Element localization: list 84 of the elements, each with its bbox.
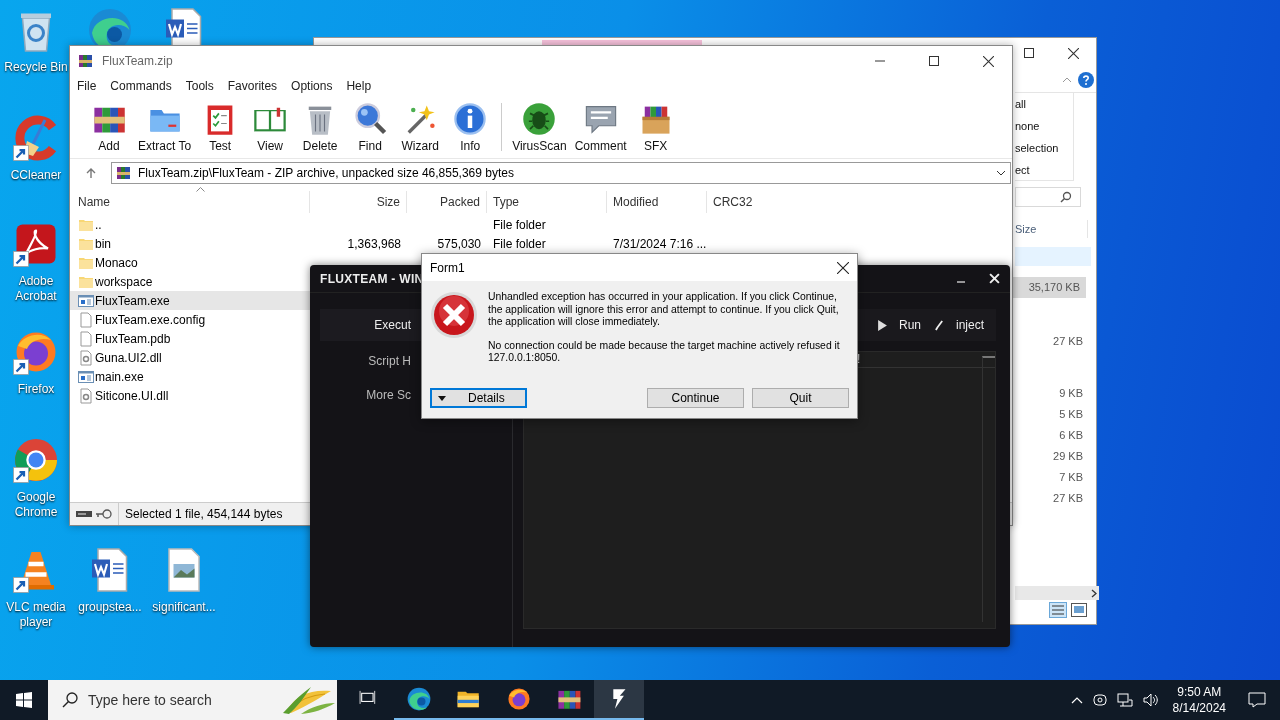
file-size: 7 KB xyxy=(1058,470,1084,485)
file-name: Monaco xyxy=(95,255,138,270)
list-row[interactable]: FluxTeam.pdb xyxy=(70,329,310,348)
file-size: 9 KB xyxy=(1058,386,1084,401)
toolbar-button[interactable]: View xyxy=(245,97,296,157)
icon-label: Google Chrome xyxy=(13,490,59,520)
toolbar-button[interactable]: Wizard xyxy=(395,97,446,157)
menu-item[interactable]: Favorites xyxy=(227,79,278,93)
ribbon-command[interactable]: ect xyxy=(1015,158,1073,181)
file-name: .. xyxy=(95,217,102,232)
list-row[interactable]: FluxTeam.exe.config xyxy=(70,310,310,329)
toolbar-button[interactable]: Add xyxy=(84,97,134,157)
table-cell-text: 575,030 xyxy=(436,236,482,251)
table-cell-text: 7/31/2024 7:16 ... xyxy=(612,236,707,251)
icon-label: CCleaner xyxy=(9,168,63,183)
menu-item[interactable]: File xyxy=(77,79,97,93)
icon-label: VLC media player xyxy=(5,600,67,630)
file-size: 6 KB xyxy=(1058,428,1084,443)
tab-label[interactable]: ! xyxy=(857,352,861,367)
file-name: FluxTeam.exe xyxy=(95,293,170,308)
file-name: workspace xyxy=(95,274,153,289)
icon-label: Adobe Acrobat xyxy=(14,274,58,304)
column-header[interactable]: Modified xyxy=(607,191,707,213)
file-size: 27 KB xyxy=(1052,491,1084,506)
toolbar-button[interactable]: inject xyxy=(933,318,986,332)
column-header[interactable]: Size xyxy=(1015,220,1088,238)
list-row[interactable]: Guna.UI2.dll xyxy=(70,348,310,367)
ribbon-command[interactable]: selection xyxy=(1015,136,1073,159)
icon-label: groupstea... xyxy=(77,600,143,615)
ribbon-command[interactable]: none xyxy=(1015,114,1073,137)
dialog-button[interactable]: Continue xyxy=(647,388,744,408)
table-cell-text: File folder xyxy=(492,217,547,232)
table-cell-text: File folder xyxy=(492,236,547,251)
list-row[interactable]: FluxTeam.exe xyxy=(70,291,310,310)
list-row[interactable]: workspace xyxy=(70,272,310,291)
list-row[interactable]: Siticone.UI.dll xyxy=(70,386,310,405)
toolbar-button[interactable]: Info xyxy=(445,97,496,157)
toolbar-button[interactable]: Extract To xyxy=(134,97,196,157)
file-name: bin xyxy=(95,236,111,251)
file-name: Guna.UI2.dll xyxy=(95,350,162,365)
dialog-button[interactable]: Quit xyxy=(752,388,849,408)
file-name: main.exe xyxy=(95,369,144,384)
file-name: Siticone.UI.dll xyxy=(95,388,169,403)
menu-item[interactable]: Tools xyxy=(185,79,214,93)
window-title: Form1 xyxy=(430,260,465,275)
path-field[interactable]: FluxTeam.zip\FluxTeam - ZIP archive, unpacked size 46,855,369 bytes xyxy=(111,162,1011,184)
search-field[interactable]: Type here to search xyxy=(48,680,337,720)
list-row[interactable]: main.exe xyxy=(70,367,310,386)
file-size: 29 KB xyxy=(1052,449,1084,464)
table-cell-text: 1,363,968 xyxy=(346,236,402,251)
toolbar-button[interactable]: Delete xyxy=(295,97,346,157)
details-button[interactable]: Details xyxy=(430,388,527,408)
menu-item[interactable]: Options xyxy=(291,79,333,93)
toolbar-button[interactable]: Find xyxy=(345,97,396,157)
column-header[interactable]: CRC32 xyxy=(707,191,1012,213)
menu-item[interactable]: Help xyxy=(346,79,372,93)
file-name: FluxTeam.pdb xyxy=(95,331,171,346)
column-header[interactable]: Packed xyxy=(407,191,487,213)
ribbon-command[interactable]: all xyxy=(1015,92,1073,115)
clock-date[interactable]: 8/14/2024 xyxy=(1172,700,1226,716)
toolbar-button[interactable]: Test xyxy=(195,97,246,157)
icon-label: Firefox xyxy=(16,382,56,397)
toolbar-button[interactable]: VirusScan xyxy=(508,97,571,157)
file-size: 35,170 KB xyxy=(1012,277,1086,298)
status-text: Selected 1 file, 454,144 bytes xyxy=(124,507,283,521)
toolbar-button[interactable]: Run xyxy=(875,318,923,332)
file-name: FluxTeam.exe.config xyxy=(95,312,206,327)
clock-time[interactable]: 9:50 AM xyxy=(1177,684,1222,700)
icon-label: Recycle Bin xyxy=(3,60,69,75)
column-header[interactable]: Size xyxy=(310,191,407,213)
search-input[interactable]: Type here to search xyxy=(86,691,273,709)
menu-item[interactable]: Commands xyxy=(110,79,172,93)
path-text: FluxTeam.zip\FluxTeam - ZIP archive, unpacked size 46,855,369 bytes xyxy=(138,166,515,180)
column-header[interactable]: Type xyxy=(487,191,607,213)
window-title: FluxTeam.zip xyxy=(102,54,173,68)
icon-label: significant... xyxy=(151,600,217,615)
file-size: 27 KB xyxy=(1052,334,1084,349)
file-size: 5 KB xyxy=(1058,407,1084,422)
list-row[interactable]: .. xyxy=(70,215,310,234)
list-row[interactable]: bin xyxy=(70,234,310,253)
toolbar-button[interactable]: SFX xyxy=(630,97,681,157)
list-row[interactable]: Monaco xyxy=(70,253,310,272)
column-header[interactable]: Name xyxy=(70,191,310,213)
toolbar-button[interactable]: Comment xyxy=(570,97,631,157)
